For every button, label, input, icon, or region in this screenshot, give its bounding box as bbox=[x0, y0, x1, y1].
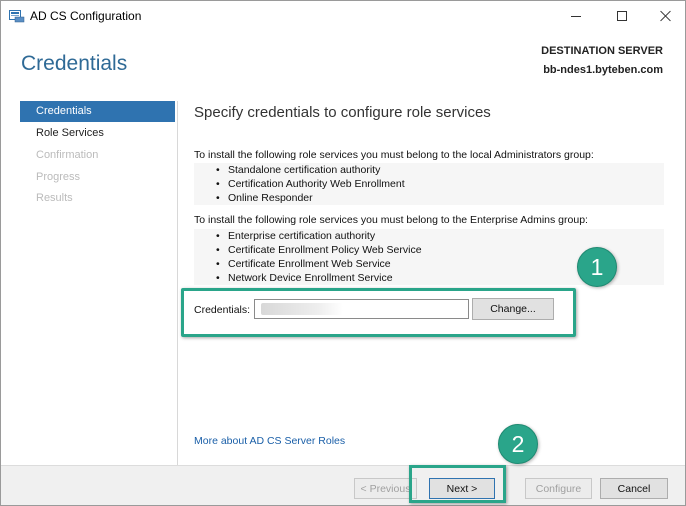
sidebar-item-confirmation: Confirmation bbox=[36, 149, 99, 161]
close-button[interactable] bbox=[643, 1, 686, 31]
more-about-ad-cs-link[interactable]: More about AD CS Server Roles bbox=[194, 435, 345, 447]
list-item: • Certificate Enrollment Web Service bbox=[216, 258, 391, 270]
ad-cs-configuration-window: AD CS Configuration Credentials DESTINAT… bbox=[0, 0, 686, 506]
section-heading: Specify credentials to configure role se… bbox=[194, 104, 491, 121]
list-item: • Standalone certification authority bbox=[216, 164, 381, 176]
annotation-step-2: 2 bbox=[498, 424, 538, 464]
sidebar-item-credentials[interactable]: Credentials bbox=[20, 101, 175, 122]
annotation-highlight-next bbox=[409, 465, 506, 503]
maximize-button[interactable] bbox=[599, 1, 645, 31]
enterprise-admins-intro: To install the following role services y… bbox=[194, 214, 588, 226]
list-item: • Certification Authority Web Enrollment bbox=[216, 178, 405, 190]
sidebar-item-progress: Progress bbox=[36, 171, 81, 183]
list-item: • Network Device Enrollment Service bbox=[216, 272, 393, 284]
page-title: Credentials bbox=[21, 52, 128, 75]
wizard-footer: < Previous Next > Configure Cancel bbox=[1, 465, 685, 505]
annotation-highlight-credentials bbox=[181, 288, 576, 337]
local-admins-intro: To install the following role services y… bbox=[194, 149, 594, 161]
title-bar: AD CS Configuration bbox=[1, 1, 685, 31]
sidebar-item-role-services[interactable]: Role Services bbox=[20, 123, 175, 144]
close-icon bbox=[660, 10, 672, 22]
list-item: • Certificate Enrollment Policy Web Servi… bbox=[216, 244, 422, 256]
wizard-header: Credentials DESTINATION SERVER bb-ndes1.… bbox=[1, 31, 685, 93]
local-admins-role-list: • Standalone certification authority • Cer… bbox=[194, 163, 664, 205]
maximize-icon bbox=[617, 11, 627, 21]
cancel-button[interactable]: Cancel bbox=[600, 478, 668, 499]
destination-server-value: bb-ndes1.byteben.com bbox=[543, 64, 663, 76]
annotation-step-1: 1 bbox=[577, 247, 617, 287]
list-item: • Online Responder bbox=[216, 192, 313, 204]
window-title: AD CS Configuration bbox=[30, 9, 142, 23]
previous-button: < Previous bbox=[354, 478, 417, 499]
list-item: • Enterprise certification authority bbox=[216, 230, 376, 242]
sidebar-item-results: Results bbox=[36, 192, 73, 204]
server-manager-icon bbox=[9, 10, 25, 23]
minimize-icon bbox=[571, 15, 581, 17]
configure-button: Configure bbox=[525, 478, 592, 499]
wizard-sidebar: Credentials Role Services Confirmation P… bbox=[1, 93, 177, 465]
destination-server-label: DESTINATION SERVER bbox=[541, 45, 663, 57]
minimize-button[interactable] bbox=[553, 1, 599, 31]
